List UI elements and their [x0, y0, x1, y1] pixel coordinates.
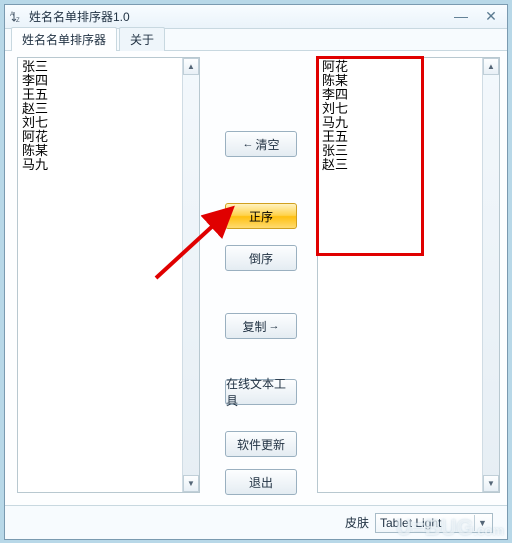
minimize-button[interactable]: — — [449, 9, 473, 25]
exit-button[interactable]: 退出 — [225, 469, 297, 495]
tab-main[interactable]: 姓名名单排序器 — [11, 27, 117, 51]
input-scrollbar[interactable]: ▲ ▼ — [182, 58, 199, 492]
footer-bar: 皮肤 Tablet Light ▼ — [5, 505, 507, 539]
clear-button[interactable]: ← 清空 — [225, 131, 297, 157]
window-controls: — ✕ — [449, 9, 503, 25]
output-scrollbar[interactable]: ▲ ▼ — [482, 58, 499, 492]
content-area: 张三 李四 王五 赵三 刘七 阿花 陈某 马九 ▲ ▼ 阿花 陈某 李四 刘七 … — [5, 51, 507, 505]
app-window: AZ 姓名名单排序器1.0 — ✕ 姓名名单排序器 关于 张三 李四 王五 赵三… — [4, 4, 508, 540]
skin-select[interactable]: Tablet Light ▼ — [375, 513, 493, 533]
skin-value: Tablet Light — [380, 516, 441, 530]
arrow-left-icon: ← — [242, 138, 253, 150]
online-tool-button[interactable]: 在线文本工具 — [225, 379, 297, 405]
output-textbox[interactable]: 阿花 陈某 李四 刘七 马九 王五 张三 赵三 ▲ ▼ — [317, 57, 500, 493]
close-button[interactable]: ✕ — [479, 9, 503, 25]
scroll-track[interactable] — [483, 75, 499, 475]
tab-about[interactable]: 关于 — [119, 27, 165, 51]
update-button[interactable]: 软件更新 — [225, 431, 297, 457]
output-text[interactable]: 阿花 陈某 李四 刘七 马九 王五 张三 赵三 — [318, 58, 482, 492]
scroll-down-icon[interactable]: ▼ — [483, 475, 499, 492]
chevron-down-icon: ▼ — [474, 515, 490, 531]
skin-label: 皮肤 — [345, 514, 369, 531]
arrow-right-icon: → — [269, 320, 280, 332]
sort-desc-button[interactable]: 倒序 — [225, 245, 297, 271]
window-title: 姓名名单排序器1.0 — [29, 8, 130, 25]
copy-label: 复制 — [242, 318, 266, 335]
tab-bar: 姓名名单排序器 关于 — [5, 29, 507, 51]
app-icon: AZ — [9, 9, 25, 25]
scroll-down-icon[interactable]: ▼ — [183, 475, 199, 492]
clear-label: 清空 — [255, 136, 279, 153]
svg-text:Z: Z — [16, 18, 20, 24]
titlebar: AZ 姓名名单排序器1.0 — ✕ — [5, 5, 507, 29]
scroll-up-icon[interactable]: ▲ — [483, 58, 499, 75]
sort-asc-button[interactable]: 正序 — [225, 203, 297, 229]
input-text[interactable]: 张三 李四 王五 赵三 刘七 阿花 陈某 马九 — [18, 58, 182, 492]
svg-text:A: A — [10, 12, 14, 18]
copy-button[interactable]: 复制 → — [225, 313, 297, 339]
scroll-track[interactable] — [183, 75, 199, 475]
input-textbox[interactable]: 张三 李四 王五 赵三 刘七 阿花 陈某 马九 ▲ ▼ — [17, 57, 200, 493]
scroll-up-icon[interactable]: ▲ — [183, 58, 199, 75]
